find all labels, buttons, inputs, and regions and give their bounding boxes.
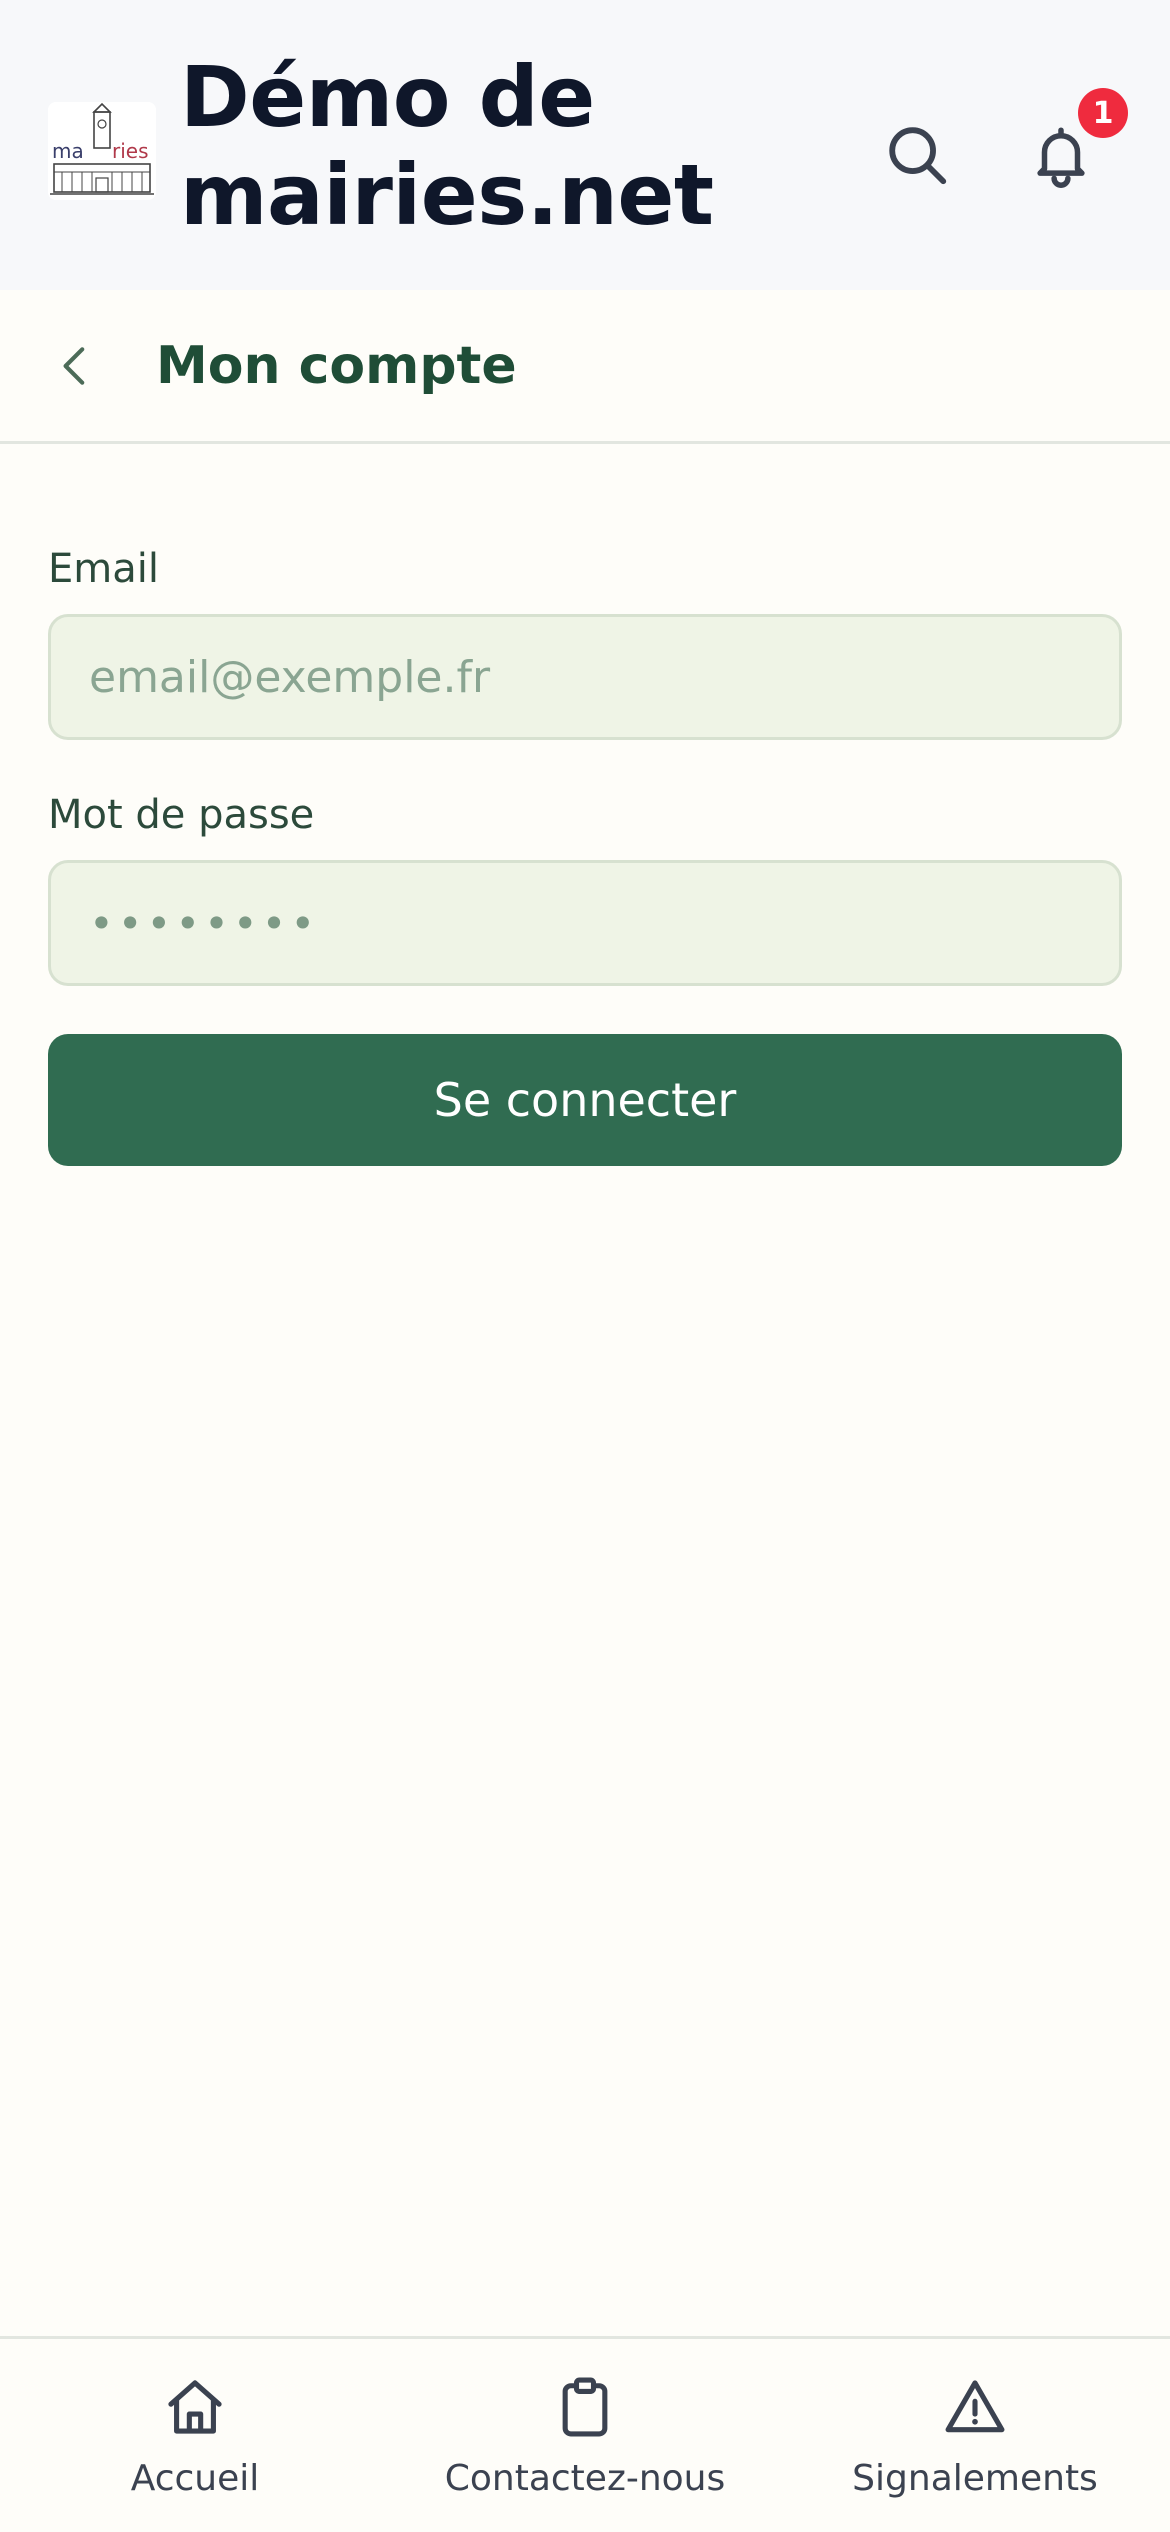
nav-item-reports[interactable]: Signalements (780, 2339, 1170, 2532)
chevron-left-icon (63, 347, 85, 385)
town-hall-logo-icon: ma ries (48, 102, 156, 200)
bell-icon (1037, 127, 1085, 188)
nav-item-contact[interactable]: Contactez-nous (390, 2339, 780, 2532)
nav-label-contact: Contactez-nous (444, 2458, 726, 2499)
notification-badge: 1 (1078, 88, 1128, 138)
login-button[interactable]: Se connecter (48, 1034, 1122, 1166)
home-icon (159, 2371, 231, 2443)
site-title: Démo de mairies.net (180, 48, 714, 244)
page-header: Mon compte (0, 290, 1170, 444)
bottom-nav: Accueil Contactez-nous Signalements (0, 2336, 1170, 2532)
clipboard-icon (549, 2371, 621, 2443)
password-label: Mot de passe (48, 792, 315, 838)
back-button[interactable] (36, 326, 116, 406)
nav-item-home[interactable]: Accueil (0, 2339, 390, 2532)
app-root: ma ries Démo de mairies.net 1 Mon compte… (0, 0, 1170, 2532)
email-label: Email (48, 546, 159, 592)
mairies-logo[interactable]: ma ries (48, 102, 156, 200)
warning-icon (939, 2371, 1011, 2443)
search-button[interactable] (862, 100, 972, 210)
password-input[interactable] (48, 860, 1122, 986)
app-header: ma ries Démo de mairies.net 1 (0, 0, 1170, 290)
svg-text:ma: ma (52, 139, 84, 163)
svg-text:ries: ries (112, 139, 149, 163)
page-title: Mon compte (156, 336, 517, 396)
nav-label-home: Accueil (130, 2458, 260, 2499)
search-icon (889, 127, 947, 185)
email-input[interactable] (48, 614, 1122, 740)
nav-label-reports: Signalements (852, 2458, 1098, 2499)
